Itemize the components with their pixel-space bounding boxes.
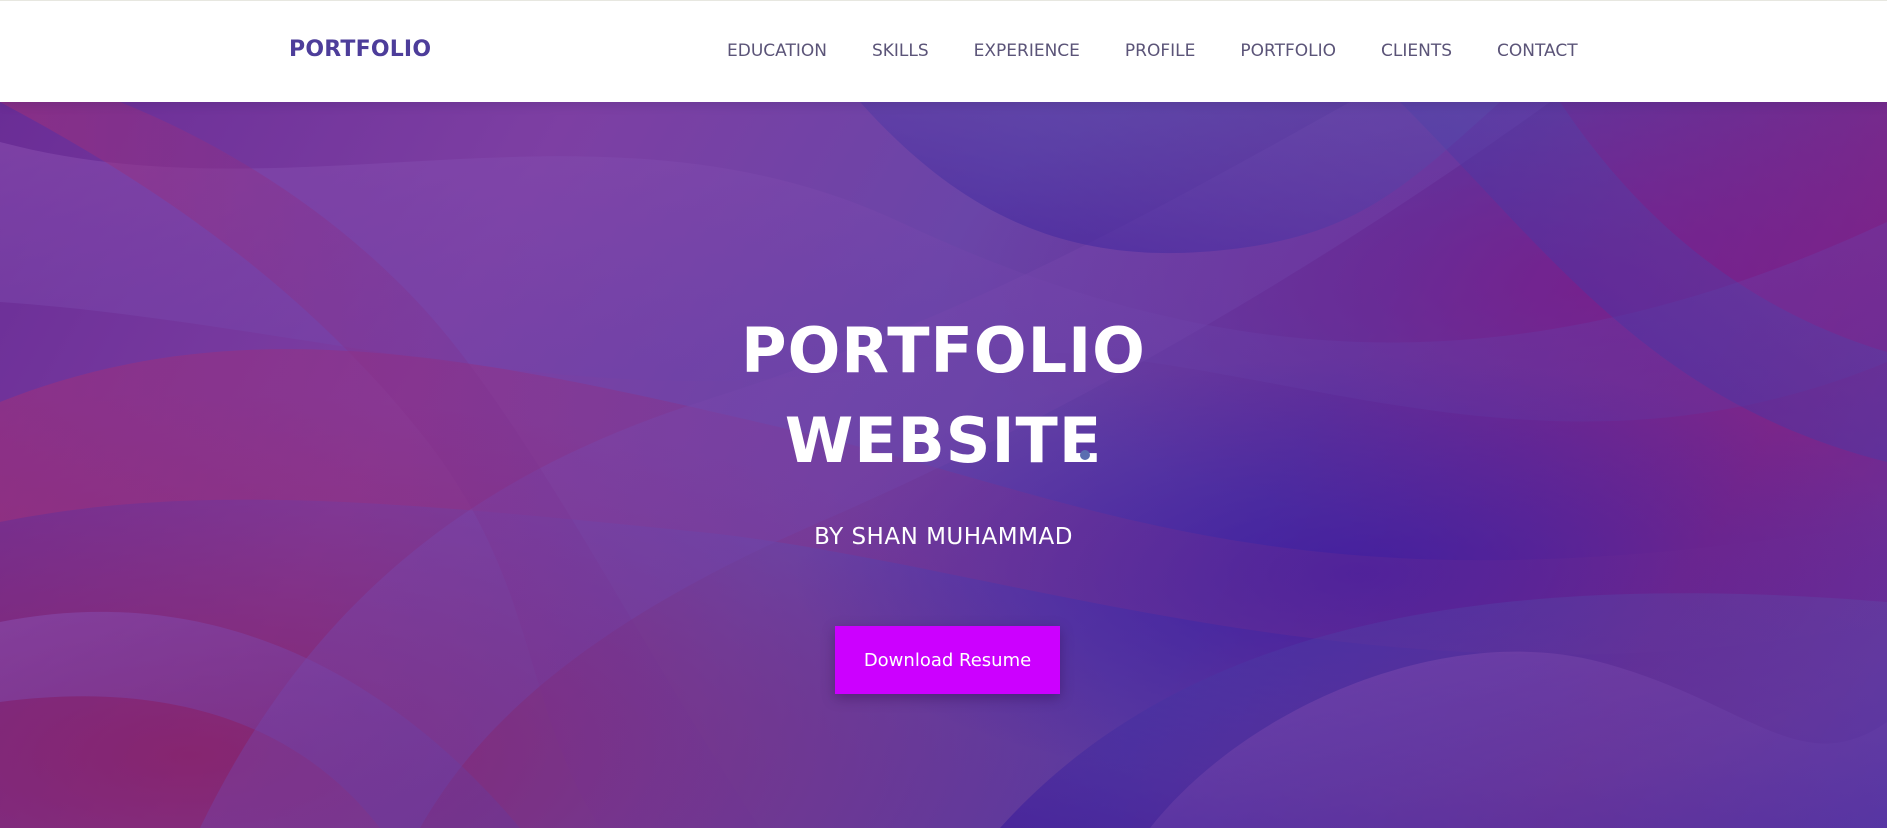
hero-title-line1: PORTFOLIO — [741, 314, 1146, 387]
hero-subtitle: BY SHAN MUHAMMAD — [814, 524, 1073, 550]
nav-link-skills[interactable]: SKILLS — [872, 41, 929, 61]
nav-link-education[interactable]: EDUCATION — [727, 41, 827, 61]
nav-link-profile[interactable]: PROFILE — [1125, 41, 1195, 61]
brand-logo[interactable]: PORTFOLIO — [289, 37, 431, 62]
nav-link-portfolio[interactable]: PORTFOLIO — [1240, 41, 1336, 61]
typing-cursor-dot — [1080, 450, 1090, 460]
nav-links: EDUCATION SKILLS EXPERIENCE PROFILE PORT… — [727, 41, 1578, 61]
download-resume-button[interactable]: Download Resume — [835, 626, 1060, 694]
hero-section: PORTFOLIO WEBSITE BY SHAN MUHAMMAD Downl… — [0, 102, 1887, 828]
nav-link-contact[interactable]: CONTACT — [1497, 41, 1578, 61]
top-navbar: PORTFOLIO EDUCATION SKILLS EXPERIENCE PR… — [0, 0, 1887, 102]
hero-title-line2: WEBSITE — [784, 404, 1103, 477]
nav-link-experience[interactable]: EXPERIENCE — [974, 41, 1080, 61]
nav-link-clients[interactable]: CLIENTS — [1381, 41, 1452, 61]
